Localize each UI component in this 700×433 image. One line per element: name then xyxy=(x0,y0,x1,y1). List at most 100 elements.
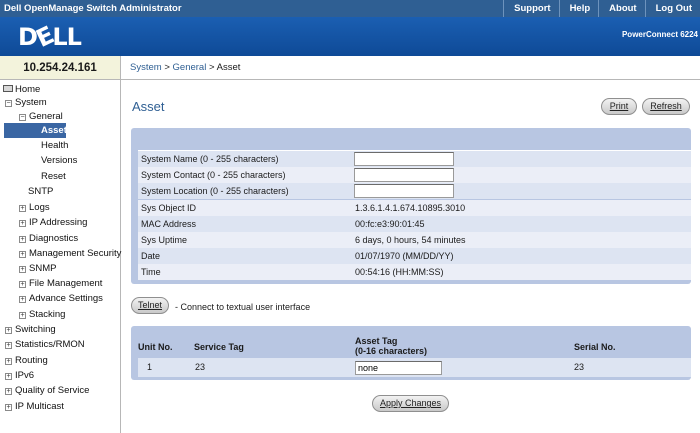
expand-icon[interactable]: + xyxy=(5,327,12,334)
breadcrumb-separator: > xyxy=(161,62,173,73)
expand-icon[interactable]: + xyxy=(19,281,26,288)
nav-label: General xyxy=(29,111,63,122)
nav-label: Switching xyxy=(15,324,56,335)
nav-management-security[interactable]: + Management Security xyxy=(19,246,121,261)
nav-versions[interactable]: Versions xyxy=(41,153,77,168)
nav-label: File Management xyxy=(29,278,103,289)
col-serial-no: Serial No. xyxy=(574,342,616,352)
sys-uptime-label: Sys Uptime xyxy=(141,235,188,245)
about-link[interactable]: About xyxy=(598,0,644,17)
nav-reset[interactable]: Reset xyxy=(41,169,66,184)
refresh-button[interactable]: Refresh xyxy=(642,98,690,115)
nav-label: Stacking xyxy=(29,309,66,320)
expand-icon[interactable]: + xyxy=(5,358,12,365)
date-label: Date xyxy=(141,251,161,261)
nav-label: Advance Settings xyxy=(29,293,103,304)
dell-logo: DELL xyxy=(18,21,82,53)
breadcrumb-general[interactable]: General xyxy=(173,62,207,73)
time-row: Time 00:54:16 (HH:MM:SS) xyxy=(138,264,691,280)
system-location-label: System Location (0 - 255 characters) xyxy=(141,186,289,196)
expand-icon[interactable]: + xyxy=(19,266,26,273)
nav-label: System xyxy=(15,97,47,108)
nav-label: Statistics/RMON xyxy=(15,339,85,350)
nav-ipv6[interactable]: + IPv6 xyxy=(5,368,34,383)
top-menu: Support Help About Log Out xyxy=(503,0,700,17)
asset-tag-input[interactable] xyxy=(355,361,442,375)
nav-advance-settings[interactable]: + Advance Settings xyxy=(19,291,103,306)
nav-asset[interactable]: Asset xyxy=(4,123,67,138)
nav-stacking[interactable]: + Stacking xyxy=(19,307,65,322)
system-contact-label: System Contact (0 - 255 characters) xyxy=(141,170,286,180)
collapse-icon[interactable]: − xyxy=(19,114,26,121)
system-contact-input[interactable] xyxy=(354,168,454,182)
nav-label: Asset xyxy=(41,125,67,136)
nav-label: Logs xyxy=(29,202,50,213)
expand-icon[interactable]: + xyxy=(19,220,26,227)
nav-snmp[interactable]: + SNMP xyxy=(19,261,56,276)
expand-icon[interactable]: + xyxy=(19,236,26,243)
sys-uptime-value: 6 days, 0 hours, 54 minutes xyxy=(355,235,466,245)
unit-no-cell: 1 xyxy=(147,362,153,372)
logout-link[interactable]: Log Out xyxy=(644,0,700,17)
nav-label: IP Multicast xyxy=(15,401,64,412)
device-ip: 10.254.24.161 xyxy=(0,56,121,80)
nav-label: Management Security xyxy=(29,248,122,259)
nav-label: Routing xyxy=(15,355,48,366)
app-title: Dell OpenManage Switch Administrator xyxy=(4,3,182,14)
system-location-input[interactable] xyxy=(354,184,454,198)
sys-object-id-value: 1.3.6.1.4.1.674.10895.3010 xyxy=(355,203,466,213)
breadcrumb-system[interactable]: System xyxy=(130,62,162,73)
expand-icon[interactable]: + xyxy=(19,296,26,303)
apply-changes-button[interactable]: Apply Changes xyxy=(372,395,449,412)
mac-address-row: MAC Address 00:fc:e3:90:01:45 xyxy=(138,216,691,232)
sys-object-id-label: Sys Object ID xyxy=(141,203,197,213)
nav-switching[interactable]: + Switching xyxy=(5,322,56,337)
breadcrumb-current: Asset xyxy=(216,62,241,73)
date-value: 01/07/1970 (MM/DD/YY) xyxy=(355,251,454,261)
col-service-tag: Service Tag xyxy=(194,342,244,352)
nav-label: Home xyxy=(15,84,41,95)
nav-logs[interactable]: + Logs xyxy=(19,200,50,215)
expand-icon[interactable]: + xyxy=(5,373,12,380)
breadcrumb: System > General > Asset xyxy=(121,56,700,80)
nav-label: IPv6 xyxy=(15,370,35,381)
nav-ip-addressing[interactable]: + IP Addressing xyxy=(19,215,87,230)
nav-sntp[interactable]: SNTP xyxy=(28,184,53,199)
nav-file-management[interactable]: + File Management xyxy=(19,276,102,291)
page-title: Asset xyxy=(132,99,165,114)
system-location-row: System Location (0 - 255 characters) xyxy=(138,183,691,199)
help-link[interactable]: Help xyxy=(558,0,599,17)
support-link[interactable]: Support xyxy=(503,0,558,17)
nav-health[interactable]: Health xyxy=(41,138,68,153)
system-name-label: System Name (0 - 255 characters) xyxy=(141,154,279,164)
telnet-button[interactable]: Telnet xyxy=(131,297,169,314)
sys-object-id-row: Sys Object ID 1.3.6.1.4.1.674.10895.3010 xyxy=(138,200,691,216)
nav-ip-multicast[interactable]: + IP Multicast xyxy=(5,399,64,414)
breadcrumb-separator: > xyxy=(206,62,217,73)
system-name-input[interactable] xyxy=(354,152,454,166)
nav-statistics-rmon[interactable]: + Statistics/RMON xyxy=(5,337,85,352)
banner: DELL PowerConnect 6224 xyxy=(0,17,700,56)
time-label: Time xyxy=(141,267,161,277)
serial-no-cell: 23 xyxy=(574,362,585,372)
collapse-icon[interactable]: − xyxy=(5,100,12,107)
product-name: PowerConnect 6224 xyxy=(621,30,698,39)
col-asset-tag-hint: (0-16 characters) xyxy=(355,346,428,356)
nav-diagnostics[interactable]: + Diagnostics xyxy=(19,231,78,246)
nav-quality-of-service[interactable]: + Quality of Service xyxy=(5,383,89,398)
asset-table-panel: Unit No. Service Tag Asset Tag (0-16 cha… xyxy=(131,326,691,380)
expand-icon[interactable]: + xyxy=(19,251,26,258)
print-button[interactable]: Print xyxy=(601,98,637,115)
expand-icon[interactable]: + xyxy=(5,388,12,395)
nav-routing[interactable]: + Routing xyxy=(5,353,48,368)
expand-icon[interactable]: + xyxy=(5,404,12,411)
expand-icon[interactable]: + xyxy=(5,342,12,349)
nav-label: IP Addressing xyxy=(29,217,88,228)
sys-uptime-row: Sys Uptime 6 days, 0 hours, 54 minutes xyxy=(138,232,691,248)
expand-icon[interactable]: + xyxy=(19,205,26,212)
nav-label: SNMP xyxy=(29,263,57,274)
nav-system[interactable]: − System xyxy=(5,95,47,110)
expand-icon[interactable]: + xyxy=(19,312,26,319)
nav-label: Diagnostics xyxy=(29,233,79,244)
nav-general[interactable]: − General xyxy=(19,109,63,124)
